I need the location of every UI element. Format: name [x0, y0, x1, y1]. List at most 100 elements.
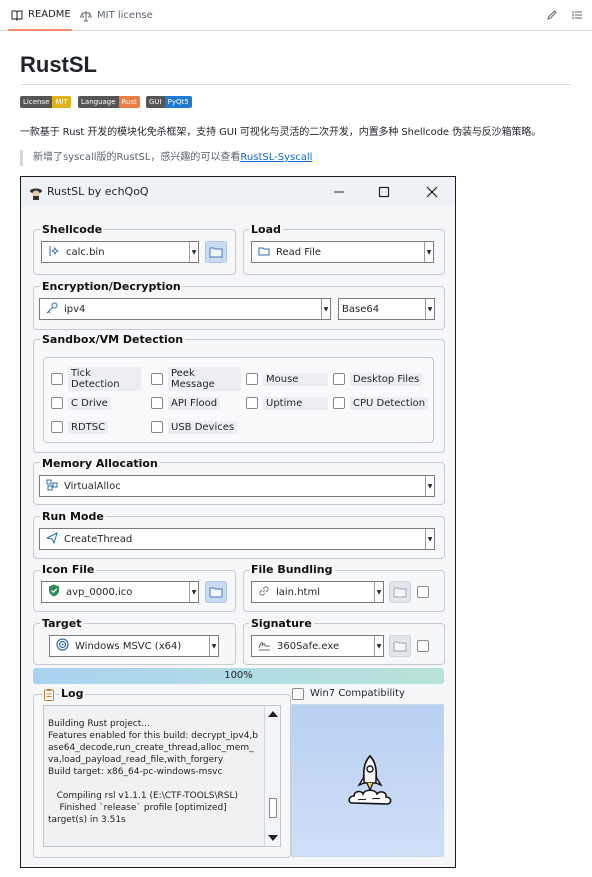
target-icon — [56, 638, 69, 654]
chevron-down-icon: ▼ — [424, 242, 433, 262]
shellcode-browse-button[interactable] — [205, 241, 227, 263]
win7-compat-checkbox[interactable] — [292, 688, 304, 700]
icon-file-group-title: Icon File — [40, 563, 97, 576]
load-select[interactable]: Read File ▼ — [251, 241, 434, 263]
desktop-files-checkbox[interactable]: Desktop Files — [333, 370, 423, 388]
key-icon — [46, 302, 58, 317]
rdtsc-checkbox[interactable]: RDTSC — [51, 418, 141, 436]
maximize-button[interactable] — [375, 183, 393, 201]
tab-readme-label: README — [28, 9, 71, 20]
file-bundling-select[interactable]: lain.html ▼ — [251, 581, 384, 603]
language-badge[interactable]: Language Rust — [78, 96, 140, 108]
pencil-icon[interactable] — [545, 8, 559, 22]
build-progress-bar: 100% — [33, 668, 444, 684]
shellcode-group-title: Shellcode — [40, 223, 105, 236]
signature-enable-checkbox[interactable] — [417, 640, 429, 652]
list-icon[interactable] — [570, 8, 584, 22]
chevron-down-icon: ▼ — [189, 242, 198, 262]
sparkle-file-icon — [48, 245, 60, 260]
target-group-title: Target — [40, 617, 84, 630]
readme-title: RustSL — [20, 52, 97, 77]
close-button[interactable] — [423, 183, 441, 201]
memory-value: VirtualAlloc — [64, 480, 121, 492]
cpu-detection-checkbox[interactable]: CPU Detection — [333, 394, 433, 412]
target-select[interactable]: Windows MSVC (x64) ▼ — [49, 635, 219, 657]
readme-description: 一款基于 Rust 开发的模块化免杀框架，支持 GUI 可视化与灵活的二次开发，… — [20, 127, 542, 138]
log-text: Building Rust project... Features enable… — [48, 719, 258, 825]
readme-blockquote: 新增了syscall版的RustSL，感兴趣的可以查看RustSL-Syscal… — [20, 150, 312, 166]
shellcode-select[interactable]: calc.bin ▼ — [41, 241, 199, 263]
tab-license[interactable]: MIT license — [80, 0, 153, 31]
readme-tab-bar: README MIT license — [0, 0, 592, 31]
log-output[interactable]: Building Rust project... Features enable… — [43, 705, 281, 847]
scroll-thumb[interactable] — [269, 798, 277, 818]
run-mode-group-title: Run Mode — [40, 510, 106, 523]
encoding-select[interactable]: Base64 ▼ — [338, 298, 435, 320]
chevron-down-icon: ▼ — [189, 582, 198, 602]
bundling-enable-checkbox[interactable] — [417, 586, 429, 598]
gui-badge[interactable]: GUI PyQt5 — [146, 96, 192, 108]
peek-message-checkbox[interactable]: Peek Message — [151, 367, 241, 391]
sandbox-group-title: Sandbox/VM Detection — [40, 333, 186, 346]
signature-icon — [258, 639, 271, 654]
load-group-title: Load — [249, 223, 283, 236]
load-value: Read File — [276, 246, 322, 258]
mouse-checkbox[interactable]: Mouse — [246, 370, 328, 388]
clipboard-icon — [43, 686, 55, 705]
run-mode-select[interactable]: CreateThread ▼ — [39, 528, 435, 550]
tab-readme[interactable]: README — [8, 0, 72, 31]
c-drive-checkbox[interactable]: C Drive — [51, 394, 141, 412]
minimize-button[interactable] — [330, 183, 348, 201]
chevron-down-icon: ▼ — [425, 476, 434, 496]
memory-blocks-icon — [46, 479, 58, 494]
file-bundling-group-title: File Bundling — [249, 563, 335, 576]
icon-file-browse-button[interactable] — [205, 581, 227, 603]
scroll-up-icon[interactable] — [268, 711, 278, 717]
shellcode-value: calc.bin — [66, 246, 105, 258]
icon-file-value: avp_0000.ico — [66, 586, 133, 598]
send-icon — [45, 531, 58, 547]
syscall-link[interactable]: RustSL-Syscall — [240, 152, 312, 163]
log-scrollbar[interactable] — [264, 706, 280, 846]
progress-label: 100% — [224, 670, 253, 681]
folder-icon — [209, 587, 223, 598]
log-group-title: Log — [59, 687, 86, 700]
folder-icon — [393, 587, 407, 598]
signature-select[interactable]: 360Safe.exe ▼ — [251, 635, 384, 657]
win7-compat-label: Win7 Compatibility — [310, 688, 405, 699]
file-bundling-value: lain.html — [276, 586, 320, 598]
memory-select[interactable]: VirtualAlloc ▼ — [39, 475, 435, 497]
title-divider — [20, 84, 572, 85]
scroll-down-icon[interactable] — [268, 835, 278, 841]
folder-icon — [393, 641, 407, 652]
rocket-icon — [348, 754, 392, 805]
folder-open-icon — [258, 245, 270, 260]
law-icon — [80, 10, 92, 22]
icon-file-select[interactable]: avp_0000.ico ▼ — [41, 581, 199, 603]
signature-browse-button[interactable] — [389, 635, 411, 657]
window-titlebar: RustSL by echQoQ — [21, 177, 455, 207]
bundling-browse-button[interactable] — [389, 581, 411, 603]
signature-group-title: Signature — [249, 617, 314, 630]
encryption-select[interactable]: ipv4 ▼ — [39, 298, 331, 320]
memory-group-title: Memory Allocation — [40, 457, 160, 470]
chevron-down-icon: ▼ — [209, 636, 218, 656]
chevron-down-icon: ▼ — [374, 582, 383, 602]
run-mode-value: CreateThread — [64, 533, 133, 545]
link-icon — [258, 585, 270, 600]
app-logo-icon — [29, 185, 43, 200]
tick-detection-checkbox[interactable]: Tick Detection — [51, 367, 141, 391]
usb-devices-checkbox[interactable]: USB Devices — [151, 418, 241, 436]
signature-value: 360Safe.exe — [277, 640, 340, 652]
encryption-value: ipv4 — [64, 303, 86, 315]
encryption-group-title: Encryption/Decryption — [40, 280, 183, 293]
target-value: Windows MSVC (x64) — [75, 640, 182, 652]
chevron-down-icon: ▼ — [374, 636, 383, 656]
shield-check-icon — [48, 584, 60, 600]
book-icon — [11, 9, 23, 21]
encoding-value: Base64 — [342, 303, 380, 315]
rocket-build-button[interactable] — [291, 704, 444, 857]
license-badge[interactable]: License MIT — [20, 96, 71, 108]
api-flood-checkbox[interactable]: API Flood — [151, 394, 241, 412]
uptime-checkbox[interactable]: Uptime — [246, 394, 328, 412]
